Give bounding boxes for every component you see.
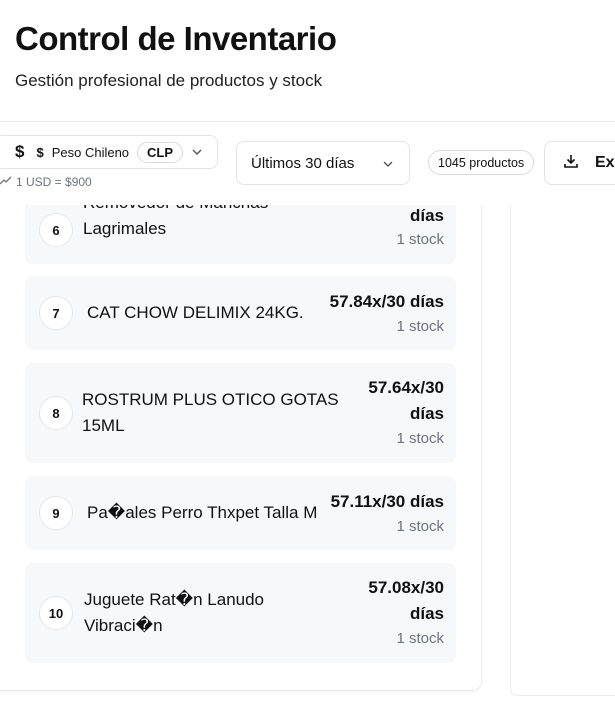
period-select[interactable]: Últimos 30 días [236, 141, 410, 185]
page-header: Control de Inventario Gestión profesiona… [0, 0, 615, 122]
currency-select[interactable]: $ $ Peso Chileno CLP [0, 135, 218, 169]
sales-rate: días [409, 206, 444, 225]
stock-count: 1 stock [396, 318, 444, 335]
product-name: Pa�ales Perro Thxpet Talla M [87, 503, 318, 522]
list-item[interactable]: 8 ROSTRUM PLUS OTICO GOTAS 15ML 57.64x/3… [25, 363, 456, 463]
top-products-list: 6 Removedor de Manchas Lagrimales días 1… [0, 205, 482, 691]
product-name: Removedor de Manchas Lagrimales [83, 205, 268, 238]
page-subtitle: Gestión profesional de productos y stock [15, 71, 323, 90]
chevron-down-icon [191, 146, 203, 158]
product-count-badge: 1045 productos [428, 150, 535, 175]
product-name: CAT CHOW DELIMIX 24KG. [87, 303, 304, 322]
rank-badge: 10 [39, 596, 73, 630]
rank-badge: 6 [39, 213, 73, 247]
stock-count: 1 stock [396, 231, 444, 248]
currency-symbol: $ [36, 144, 44, 160]
download-icon [563, 153, 579, 174]
rank-badge: 8 [39, 396, 73, 430]
currency-name: Peso Chileno [51, 144, 130, 160]
period-value: Últimos 30 días [251, 154, 355, 172]
rank-badge: 9 [39, 496, 73, 530]
rank-badge: 7 [39, 296, 73, 330]
currency-code-badge: CLP [137, 141, 184, 163]
stock-count: 1 stock [396, 518, 444, 535]
list-item[interactable]: 9 Pa�ales Perro Thxpet Talla M 57.11x/30… [25, 476, 456, 550]
page-title: Control de Inventario [15, 20, 337, 57]
product-name: ROSTRUM PLUS OTICO GOTAS 15ML [82, 390, 339, 435]
list-item[interactable]: 7 CAT CHOW DELIMIX 24KG. 57.84x/30 días … [25, 276, 456, 350]
trending-up-icon [0, 175, 12, 189]
list-item[interactable]: 10 Juguete Rat�n Lanudo Vibraci�n 57.08x… [25, 563, 456, 663]
chevron-down-icon [381, 157, 395, 171]
stock-count: 1 stock [396, 630, 444, 647]
sales-rate: 57.08x/30 días [368, 578, 444, 623]
product-name: Juguete Rat�n Lanudo Vibraci�n [84, 590, 265, 635]
stock-count: 1 stock [396, 430, 444, 447]
toolbar: $ $ Peso Chileno CLP 1 USD = $900 Último… [0, 122, 615, 205]
dollar-icon: $ [15, 142, 25, 161]
exchange-rate-text: 1 USD = $900 [16, 175, 92, 189]
sales-rate: 57.64x/30 días [368, 378, 444, 423]
list-item[interactable]: 6 Removedor de Manchas Lagrimales días 1… [25, 205, 456, 264]
side-panel [510, 205, 615, 696]
export-button[interactable]: Ex [544, 141, 615, 185]
export-label: Ex [595, 154, 615, 171]
sales-rate: 57.84x/30 días [329, 292, 444, 311]
exchange-rate: 1 USD = $900 [0, 175, 92, 189]
sales-rate: 57.11x/30 días [330, 492, 444, 511]
